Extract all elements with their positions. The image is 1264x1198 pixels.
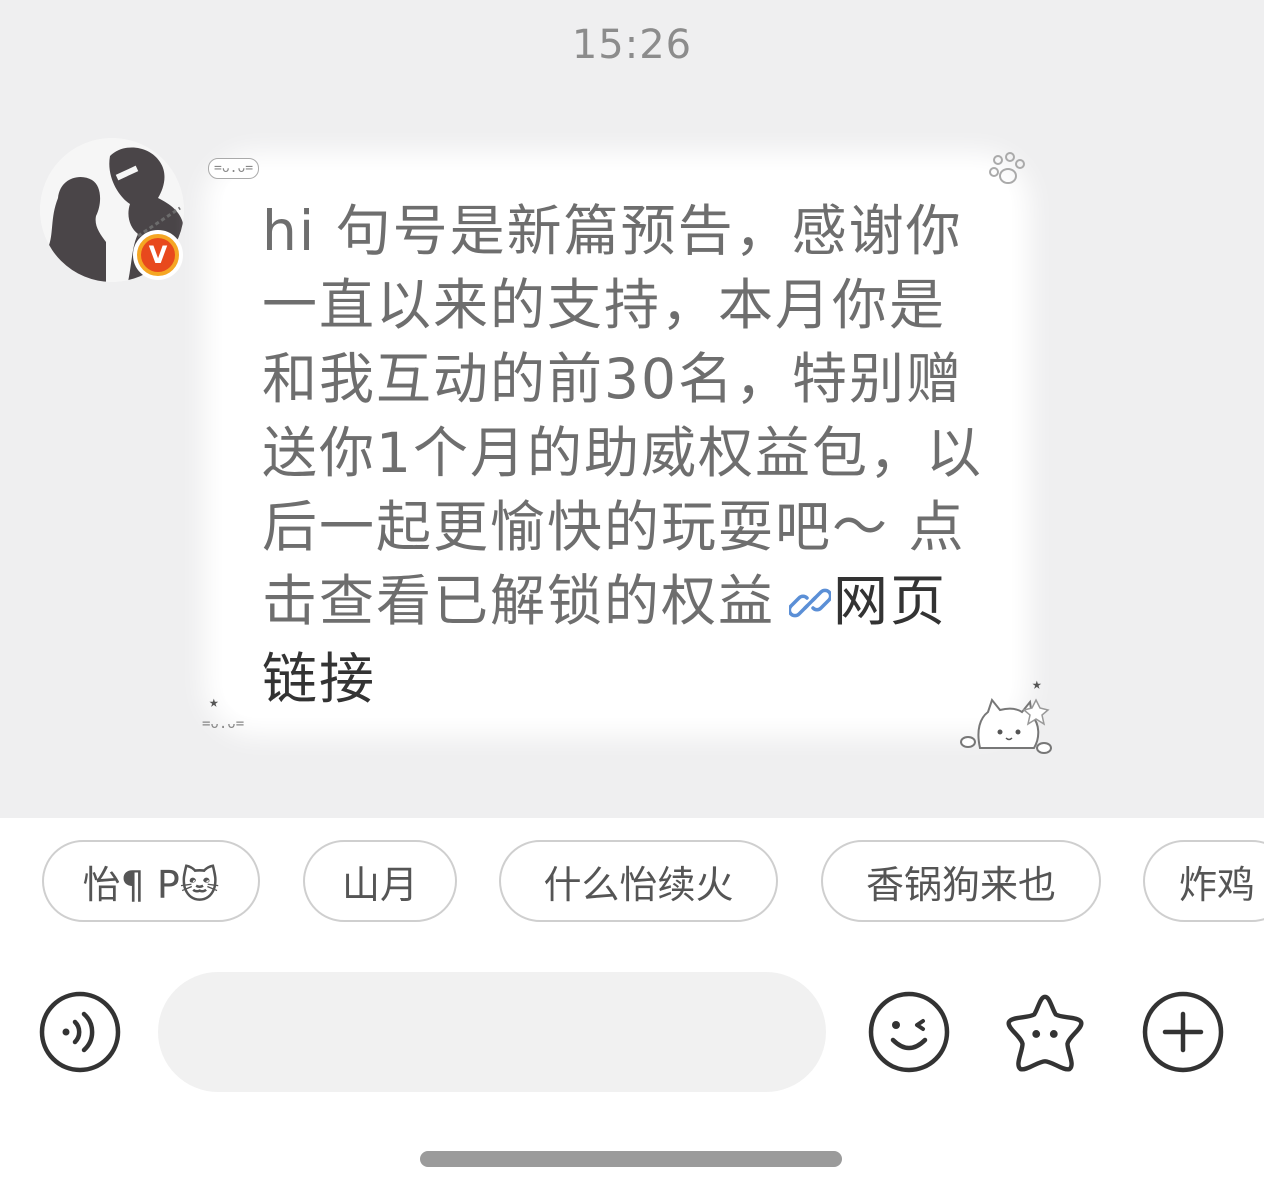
- star-decoration-icon: ★: [209, 692, 219, 711]
- paw-decoration-icon: [989, 152, 1025, 184]
- voice-icon: [39, 991, 121, 1073]
- message-text: hi 句号是新篇预告，感谢你一直以来的支持，本月你是和我互动的前30名，特别赠送…: [262, 199, 983, 711]
- star-sticker-icon: [1006, 994, 1084, 1072]
- home-indicator[interactable]: [420, 1151, 842, 1167]
- verified-badge-icon: V: [133, 230, 183, 280]
- emoji-icon: [868, 991, 950, 1073]
- suggestion-chip[interactable]: 山月: [303, 840, 457, 922]
- kaomoji-decoration: =ᴗ.ᴗ=: [202, 716, 245, 732]
- suggestion-chip[interactable]: 香锅狗来也: [821, 840, 1101, 922]
- kaomoji-decoration: =ᴗ.ᴗ=: [208, 158, 260, 179]
- link-icon[interactable]: [787, 568, 833, 642]
- plus-icon: [1142, 991, 1224, 1073]
- message-input[interactable]: [158, 972, 826, 1092]
- input-toolbar: [0, 970, 1264, 1094]
- suggestion-chip[interactable]: 什么怡续火: [499, 840, 778, 922]
- message-timestamp: 15:26: [571, 22, 693, 68]
- add-button[interactable]: [1141, 990, 1225, 1074]
- sticker-button[interactable]: [1003, 990, 1087, 1074]
- voice-button[interactable]: [38, 990, 122, 1074]
- suggestion-chips: 怡¶ P🐱 山月 什么怡续火 香锅狗来也 炸鸡: [0, 840, 1264, 924]
- suggestion-chip[interactable]: 怡¶ P🐱: [42, 840, 260, 922]
- suggestion-chip[interactable]: 炸鸡: [1143, 840, 1264, 922]
- chat-area: 15:26 V =ᴗ.ᴗ= =ᴗ.ᴗ= ★ ★ hi 句号是新篇预告，感谢你一直…: [0, 0, 1264, 818]
- emoji-button[interactable]: [867, 990, 951, 1074]
